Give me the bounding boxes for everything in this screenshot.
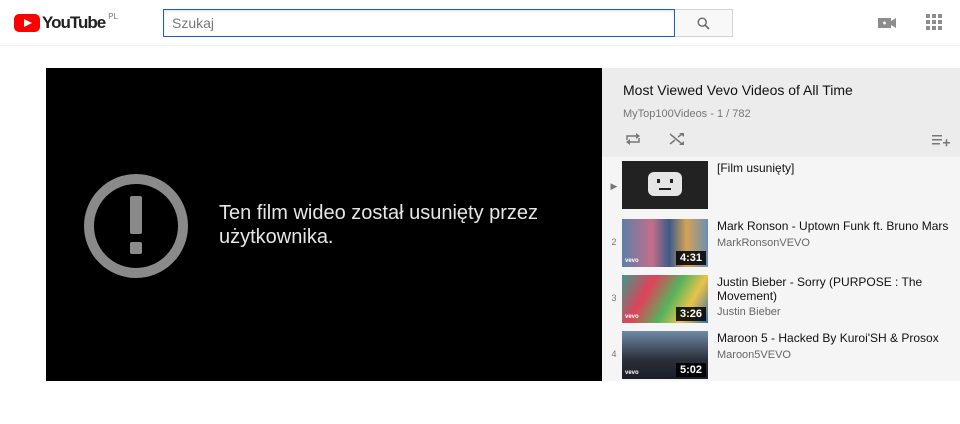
video-duration: 5:02 [675,363,706,377]
search-input[interactable] [163,9,675,37]
playlist-item-channel: MarkRonsonVEVO [717,237,810,249]
apps-grid-icon [926,14,942,30]
video-thumbnail: vevo 5:02 [622,331,708,379]
loop-icon [626,133,640,145]
youtube-play-icon [14,14,40,32]
country-code: PL [108,11,118,21]
vevo-watermark: vevo [625,258,639,264]
youtube-logo[interactable]: YouTube PL [14,11,118,33]
playlist-header: Most Viewed Vevo Videos of All Time MyTo… [602,68,960,157]
shuffle-button[interactable] [668,131,686,147]
add-to-queue-button[interactable] [931,131,951,147]
shuffle-icon [669,133,684,145]
playlist-title[interactable]: Most Viewed Vevo Videos of All Time [623,82,853,98]
removed-video-thumbnail [622,161,708,209]
video-duration: 4:31 [675,251,706,265]
now-playing-indicator: ▶ [610,181,618,191]
search-button[interactable] [675,9,733,37]
playlist-item-title: Maroon 5 - Hacked By Kuroi'SH & Prosox [717,331,939,345]
playlist-item-index: 2 [611,237,617,247]
playlist-item-index: 3 [611,293,617,303]
video-thumbnail: vevo 4:31 [622,219,708,267]
video-player[interactable]: Ten film wideo został usunięty przez uży… [46,68,602,381]
add-to-queue-icon [932,135,950,147]
playlist-subtitle[interactable]: MyTop100Videos - 1 / 782 [623,108,751,120]
playlist-item-index: 4 [611,349,617,359]
search-icon [697,17,710,30]
sad-tv-icon [622,161,708,209]
playlist-item[interactable]: 2 vevo 4:31 Mark Ronson - Uptown Funk ft… [602,215,960,271]
playlist-item[interactable]: 3 vevo 3:26 Justin Bieber - Sorry (PURPO… [602,271,960,327]
playlist-panel: Most Viewed Vevo Videos of All Time MyTo… [602,68,960,381]
playlist-item[interactable]: 4 vevo 5:02 Maroon 5 - Hacked By Kuroi'S… [602,327,960,381]
playlist-item[interactable]: ▶ [Film usunięty] [602,157,960,213]
playlist-item-title: Mark Ronson - Uptown Funk ft. Bruno Mars [717,219,949,233]
playlist-item-channel: Maroon5VEVO [717,349,791,361]
playlist-item-channel: Justin Bieber [717,306,781,318]
playlist-item-title: Justin Bieber - Sorry (PURPOSE : The Mov… [717,275,923,303]
logo-text: YouTube [42,13,106,32]
video-duration: 3:26 [675,307,706,321]
upload-video-button[interactable] [877,14,897,32]
apps-button[interactable] [926,14,942,30]
playlist-item-title: [Film usunięty] [717,161,795,175]
loop-button[interactable] [624,131,642,147]
vevo-watermark: vevo [625,370,639,376]
video-removed-message: Ten film wideo został usunięty przez uży… [219,202,539,248]
masthead: YouTube PL [0,0,960,46]
alert-circle-icon [84,174,188,278]
vevo-watermark: vevo [625,314,639,320]
video-thumbnail: vevo 3:26 [622,275,708,323]
video-camera-icon [878,18,896,28]
